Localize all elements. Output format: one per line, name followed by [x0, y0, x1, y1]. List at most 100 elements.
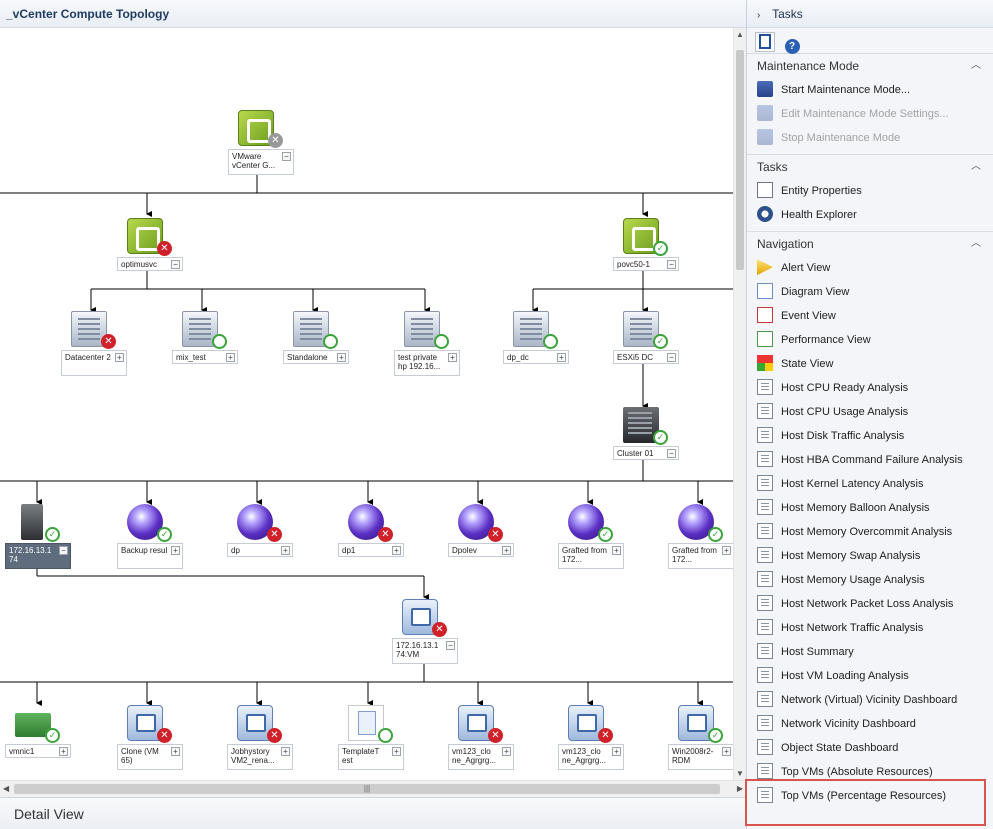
expand-icon[interactable]: + [115, 353, 124, 362]
status-unknown-icon: ✕ [268, 133, 283, 148]
nav-report[interactable]: Host Network Traffic Analysis [747, 616, 993, 640]
nav-report[interactable]: Host Disk Traffic Analysis [747, 424, 993, 448]
collapse-icon[interactable]: − [171, 260, 180, 269]
status-error-icon: ✕ [598, 728, 613, 743]
chevron-up-icon[interactable]: ︿ [971, 54, 981, 78]
task-label: Host Kernel Latency Analysis [781, 478, 924, 490]
health-explorer-icon [757, 206, 773, 223]
nav-report[interactable]: Network (Virtual) Vicinity Dashboard [747, 688, 993, 712]
nav-report[interactable]: Host Memory Balloon Analysis [747, 496, 993, 520]
status-error-icon: ✕ [101, 334, 116, 349]
tab-tasks[interactable] [755, 32, 775, 52]
report-icon [757, 787, 773, 804]
nav-report[interactable]: Host Memory Usage Analysis [747, 568, 993, 592]
scroll-down-icon[interactable]: ▼ [736, 769, 744, 778]
app-window: _vCenter Compute Topology ✕ VMware vCent… [0, 0, 993, 829]
nav-top-vms-percentage[interactable]: Top VMs (Percentage Resources) [747, 784, 993, 808]
topology-canvas[interactable]: ✕ VMware vCenter G... − ✕ optimusvc − ✓ … [0, 28, 733, 780]
nav-report[interactable]: Host VM Loading Analysis [747, 664, 993, 688]
chevron-up-icon[interactable]: ︿ [971, 232, 981, 256]
report-icon [757, 739, 773, 756]
collapse-icon[interactable]: − [59, 546, 68, 555]
nav-report[interactable]: Host Memory Swap Analysis [747, 544, 993, 568]
horizontal-scrollbar[interactable]: ◀ ||| ▶ [0, 780, 746, 797]
scroll-left-icon[interactable]: ◀ [3, 784, 9, 793]
expand-icon[interactable]: + [59, 747, 68, 756]
nav-report[interactable]: Object State Dashboard [747, 736, 993, 760]
expand-icon[interactable]: + [171, 546, 180, 555]
nav-report[interactable]: Host Network Packet Loss Analysis [747, 592, 993, 616]
report-icon [757, 691, 773, 708]
nav-diagram-view[interactable]: Diagram View [747, 280, 993, 304]
connector-lines [0, 170, 733, 706]
status-ok-icon [378, 728, 393, 743]
expand-icon[interactable]: + [722, 747, 731, 756]
task-label: Host CPU Usage Analysis [781, 406, 909, 418]
horizontal-scroll-thumb[interactable]: ||| [14, 784, 720, 794]
expand-icon[interactable]: + [226, 353, 235, 362]
task-health-explorer[interactable]: Health Explorer [747, 203, 993, 227]
task-label: Event View [781, 310, 836, 322]
task-label: State View [781, 358, 834, 370]
vertical-scroll-thumb[interactable] [736, 50, 744, 270]
nav-report[interactable]: Host CPU Usage Analysis [747, 400, 993, 424]
expand-icon[interactable]: + [612, 747, 621, 756]
collapse-icon[interactable]: − [446, 641, 455, 650]
status-ok-icon: ✓ [653, 334, 668, 349]
expand-icon[interactable]: + [448, 353, 457, 362]
nav-report[interactable]: Host CPU Ready Analysis [747, 376, 993, 400]
expand-icon[interactable]: + [392, 546, 401, 555]
task-label: Object State Dashboard [781, 742, 899, 754]
tab-help[interactable]: ? [782, 36, 802, 56]
nav-report[interactable]: Host Kernel Latency Analysis [747, 472, 993, 496]
task-edit-maintenance-mode-settings: Edit Maintenance Mode Settings... [747, 102, 993, 126]
nav-report[interactable]: Host Summary [747, 640, 993, 664]
scroll-right-icon[interactable]: ▶ [737, 784, 743, 793]
chevron-up-icon[interactable]: ︿ [971, 155, 981, 179]
task-label: Host Memory Swap Analysis [781, 550, 921, 562]
report-icon [757, 643, 773, 660]
status-error-icon: ✕ [157, 241, 172, 256]
nav-report[interactable]: Network Vicinity Dashboard [747, 712, 993, 736]
expand-icon[interactable]: + [557, 353, 566, 362]
nav-top-vms-absolute[interactable]: Top VMs (Absolute Resources) [747, 760, 993, 784]
expand-icon[interactable]: + [722, 546, 731, 555]
collapse-icon[interactable]: − [667, 449, 676, 458]
status-ok-icon: ✓ [653, 430, 668, 445]
section-navigation[interactable]: Navigation ︿ [747, 232, 993, 256]
collapse-icon[interactable]: − [282, 152, 291, 161]
tasks-header[interactable]: › Tasks [747, 0, 993, 28]
nav-report[interactable]: Host Memory Overcommit Analysis [747, 520, 993, 544]
expand-icon[interactable]: + [281, 747, 290, 756]
nav-alert-view[interactable]: Alert View [747, 256, 993, 280]
expand-icon[interactable]: + [337, 353, 346, 362]
expand-icon[interactable]: + [612, 546, 621, 555]
status-error-icon: ✕ [157, 728, 172, 743]
section-maintenance-mode[interactable]: Maintenance Mode ︿ [747, 54, 993, 78]
task-entity-properties[interactable]: Entity Properties [747, 179, 993, 203]
scroll-up-icon[interactable]: ▲ [736, 30, 744, 39]
nav-state-view[interactable]: State View [747, 352, 993, 376]
task-start-maintenance-mode[interactable]: Start Maintenance Mode... [747, 78, 993, 102]
nav-report[interactable]: Host HBA Command Failure Analysis [747, 448, 993, 472]
report-icon [757, 667, 773, 684]
task-label: Host HBA Command Failure Analysis [781, 454, 963, 466]
report-icon [757, 619, 773, 636]
maintenance-icon [757, 81, 773, 98]
chevron-right-icon[interactable]: › [757, 2, 769, 30]
status-error-icon: ✕ [488, 728, 503, 743]
nav-event-view[interactable]: Event View [747, 304, 993, 328]
expand-icon[interactable]: + [502, 546, 511, 555]
section-tasks[interactable]: Tasks ︿ [747, 155, 993, 179]
collapse-icon[interactable]: − [667, 353, 676, 362]
vertical-scrollbar[interactable]: ▲ ▼ [733, 28, 746, 780]
expand-icon[interactable]: + [171, 747, 180, 756]
expand-icon[interactable]: + [281, 546, 290, 555]
expand-icon[interactable]: + [502, 747, 511, 756]
nav-performance-view[interactable]: Performance View [747, 328, 993, 352]
collapse-icon[interactable]: − [667, 260, 676, 269]
performance-view-icon [757, 331, 773, 348]
section-title-label: Navigation [757, 237, 814, 251]
detail-view-header[interactable]: Detail View [0, 797, 746, 829]
expand-icon[interactable]: + [392, 747, 401, 756]
